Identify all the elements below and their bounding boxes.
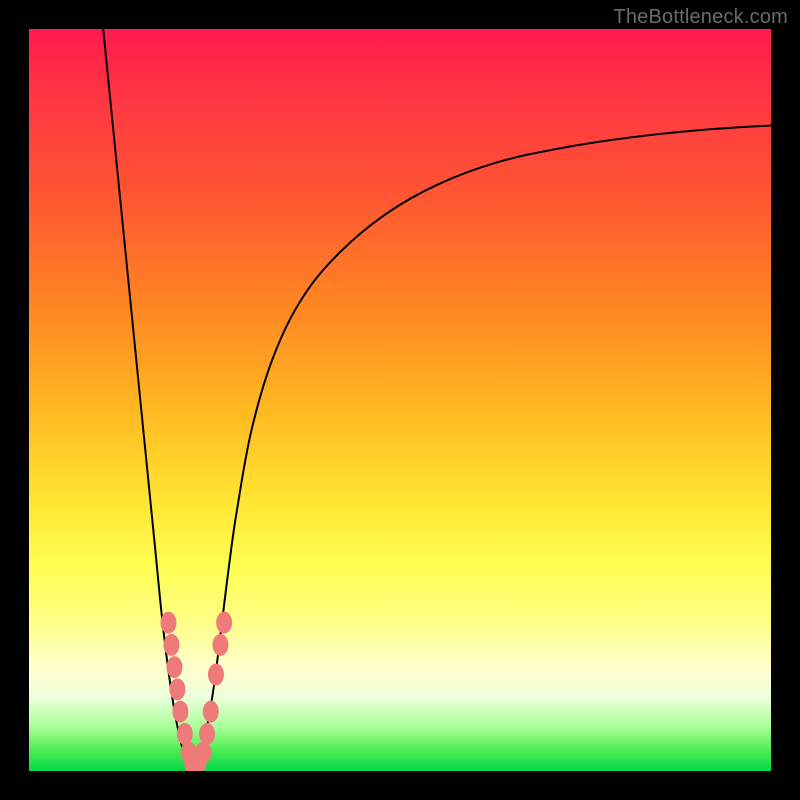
data-marker: [169, 678, 185, 700]
curves-svg: [29, 29, 771, 771]
data-marker: [195, 741, 211, 763]
data-marker: [160, 612, 176, 634]
data-marker: [212, 634, 228, 656]
data-marker: [166, 656, 182, 678]
data-marker: [208, 664, 224, 686]
data-marker: [163, 634, 179, 656]
markers-group: [160, 612, 232, 771]
plot-area: [29, 29, 771, 771]
bottleneck-curve-right: [192, 125, 771, 771]
data-marker: [216, 612, 232, 634]
watermark-text: TheBottleneck.com: [613, 6, 788, 29]
data-marker: [203, 701, 219, 723]
data-marker: [177, 723, 193, 745]
data-marker: [199, 723, 215, 745]
chart-frame: TheBottleneck.com: [0, 0, 800, 800]
data-marker: [172, 701, 188, 723]
